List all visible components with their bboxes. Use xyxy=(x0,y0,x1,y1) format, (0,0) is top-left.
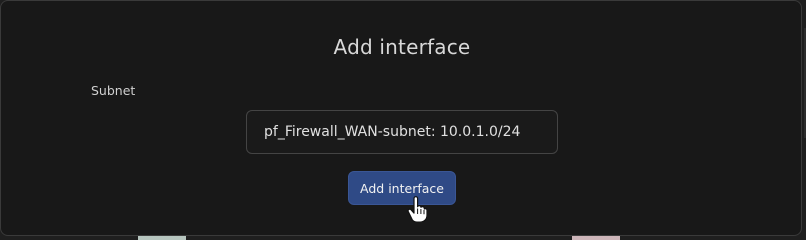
dialog-title: Add interface xyxy=(333,35,471,59)
add-interface-dialog: Add interface Subnet pf_Firewall_WAN-sub… xyxy=(0,0,802,236)
subnet-label: Subnet xyxy=(91,83,136,98)
hand-pointer-icon xyxy=(407,196,427,222)
subnet-select[interactable]: pf_Firewall_WAN-subnet: 10.0.1.0/24 xyxy=(246,110,558,154)
add-interface-button[interactable]: Add interface xyxy=(348,171,456,205)
